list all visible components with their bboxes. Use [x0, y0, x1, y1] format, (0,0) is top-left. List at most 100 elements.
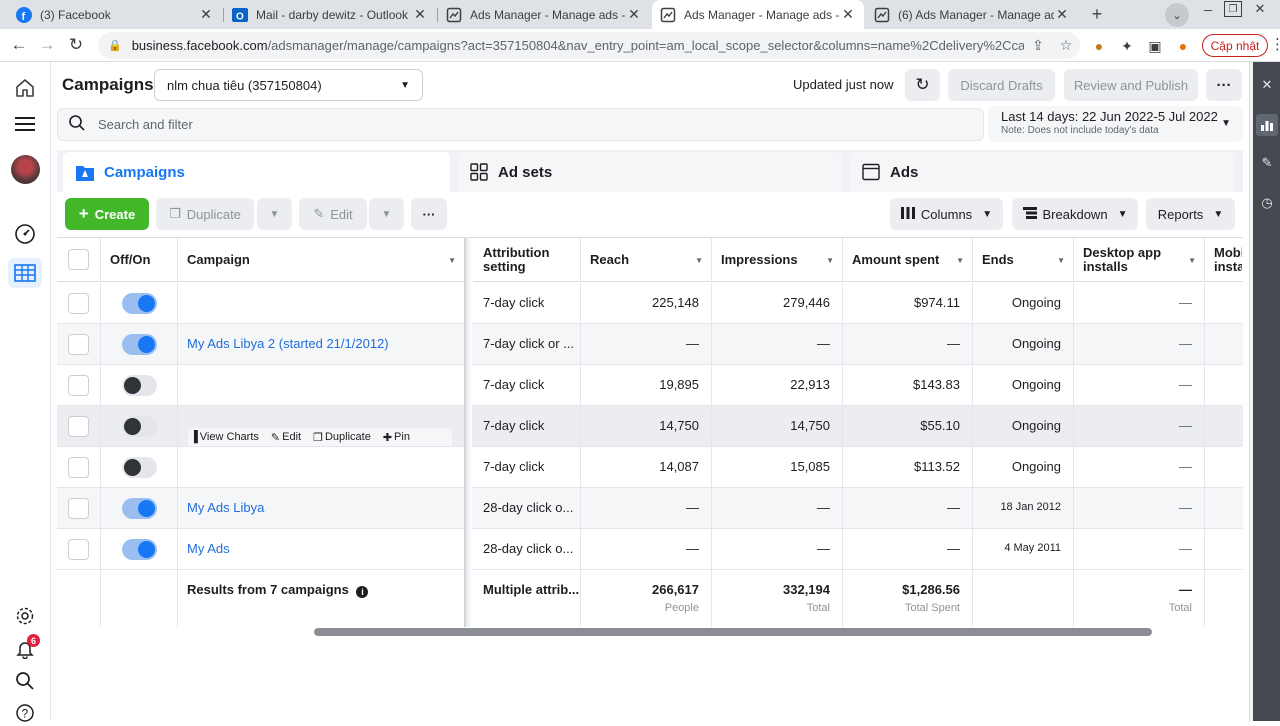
edit-action[interactable]: ✎ Edit: [271, 431, 301, 444]
more-options-button[interactable]: ···: [1206, 69, 1242, 101]
browser-tab-facebook[interactable]: f (3) Facebook ✕: [8, 0, 222, 29]
browser-tab-ads-manager-active[interactable]: Ads Manager - Manage ads - Ca ✕: [652, 0, 864, 29]
avatar[interactable]: [11, 155, 40, 184]
bookmark-star-icon[interactable]: ☆: [1052, 37, 1080, 54]
date-range-picker[interactable]: Last 14 days: 22 Jun 2022-5 Jul 2022 Not…: [988, 106, 1243, 142]
row-checkbox[interactable]: [68, 539, 89, 560]
campaign-name-cell[interactable]: My Ads Libya: [178, 488, 465, 529]
select-all-checkbox[interactable]: [68, 249, 89, 270]
close-panel-icon[interactable]: ✕: [1256, 74, 1278, 96]
campaign-toggle[interactable]: [122, 457, 157, 478]
column-header-campaign[interactable]: Campaign ▼: [178, 238, 465, 282]
reports-button[interactable]: Reports ▼: [1146, 198, 1235, 230]
campaign-name-cell[interactable]: [178, 447, 465, 488]
browser-menu-icon[interactable]: ⋮: [1270, 35, 1280, 53]
column-header-impressions[interactable]: Impressions ▼: [712, 238, 843, 282]
campaign-toggle[interactable]: [122, 539, 157, 560]
update-button[interactable]: Cập nhật: [1202, 34, 1268, 57]
tab-adsets[interactable]: Ad sets: [457, 152, 842, 192]
row-checkbox[interactable]: [68, 498, 89, 519]
campaign-toggle[interactable]: [122, 293, 157, 314]
column-header-mobile-installs[interactable]: Mobi insta: [1205, 238, 1243, 282]
home-icon[interactable]: [12, 75, 38, 101]
campaign-name-cell[interactable]: [178, 283, 465, 324]
minimize-icon[interactable]: –: [1199, 1, 1217, 17]
account-selector[interactable]: nlm chua tiêu (357150804) ▼: [154, 69, 423, 101]
tab-ads[interactable]: Ads: [849, 152, 1235, 192]
close-icon[interactable]: ✕: [412, 6, 428, 23]
campaign-toggle[interactable]: [122, 334, 157, 355]
chart-panel-icon[interactable]: [1256, 114, 1278, 136]
tab-campaigns[interactable]: Campaigns: [63, 152, 450, 193]
campaign-name[interactable]: My Ads Libya 2 (started 21/1/2012): [187, 336, 389, 351]
row-checkbox[interactable]: [68, 293, 89, 314]
more-actions-button[interactable]: ···: [411, 198, 447, 230]
table-row[interactable]: 7-day click 19,895 22,913 $143.83 Ongoing —: [57, 365, 1243, 406]
edit-pencil-icon[interactable]: ✎: [1256, 152, 1278, 174]
breakdown-button[interactable]: Breakdown ▼: [1012, 198, 1138, 230]
column-header-reach[interactable]: Reach ▼: [581, 238, 712, 282]
tab-search-button[interactable]: ⌄: [1165, 3, 1189, 27]
campaign-name[interactable]: My Ads Libya: [187, 500, 264, 515]
help-icon[interactable]: ?: [12, 700, 38, 726]
duplicate-button[interactable]: ❐ Duplicate: [156, 198, 254, 230]
info-icon[interactable]: i: [356, 586, 369, 598]
address-bar[interactable]: 🔒 business.facebook.com/adsmanager/manag…: [98, 32, 1080, 59]
column-header-desktop-installs[interactable]: Desktop app installs ▼: [1074, 238, 1205, 282]
table-row[interactable]: 7-day click 14,087 15,085 $113.52 Ongoing —: [57, 447, 1243, 488]
search-input[interactable]: [98, 117, 898, 132]
campaign-toggle[interactable]: [122, 498, 157, 519]
dashboard-gauge-icon[interactable]: [12, 221, 38, 247]
row-checkbox[interactable]: [68, 375, 89, 396]
campaigns-table-icon[interactable]: [8, 258, 42, 288]
duplicate-dropdown-button[interactable]: ▼: [257, 198, 292, 230]
row-checkbox[interactable]: [68, 416, 89, 437]
browser-tab-outlook[interactable]: O Mail - darby dewitz - Outlook ✕: [224, 0, 436, 29]
table-row[interactable]: 7-day click 225,148 279,446 $974.11 Ongoing —: [57, 283, 1243, 324]
sidebar-icon[interactable]: ▣: [1145, 36, 1165, 56]
campaign-name-cell[interactable]: My Ads: [178, 529, 465, 570]
close-icon[interactable]: ✕: [198, 6, 214, 23]
column-header-amount-spent[interactable]: Amount spent ▼: [843, 238, 973, 282]
frozen-column-divider[interactable]: [464, 238, 472, 627]
browser-tab-ads-manager-1[interactable]: Ads Manager - Manage ads - Ca ✕: [438, 0, 650, 29]
column-header-offon[interactable]: Off/On: [101, 238, 178, 282]
create-button[interactable]: + Create: [65, 198, 149, 230]
campaign-name[interactable]: My Ads: [187, 541, 230, 556]
campaign-name-cell[interactable]: My Ads Libya 2 (started 21/1/2012): [178, 324, 465, 365]
refresh-button[interactable]: ↻: [905, 69, 940, 101]
puzzle-extensions-icon[interactable]: ✦: [1117, 36, 1137, 56]
edit-button[interactable]: ✎ Edit: [299, 198, 367, 230]
new-tab-button[interactable]: +: [1086, 3, 1108, 25]
close-icon[interactable]: ✕: [1054, 6, 1070, 23]
campaign-name-cell[interactable]: [178, 365, 465, 406]
row-checkbox[interactable]: [68, 334, 89, 355]
row-checkbox[interactable]: [68, 457, 89, 478]
table-row[interactable]: My Ads Libya 28-day click o... — — —18 Jan 2…: [57, 488, 1243, 529]
duplicate-action[interactable]: ❐ Duplicate: [313, 431, 371, 444]
campaign-toggle[interactable]: [122, 375, 157, 396]
table-row[interactable]: My Ads 28-day click o... — — —4 May 2011—: [57, 529, 1243, 570]
menu-icon[interactable]: [12, 111, 38, 137]
column-header-ends[interactable]: Ends ▼: [973, 238, 1074, 282]
review-publish-button[interactable]: Review and Publish: [1064, 69, 1198, 101]
cookie-extension-icon[interactable]: ●: [1089, 36, 1109, 56]
horizontal-scrollbar[interactable]: [314, 628, 1152, 636]
search-icon[interactable]: [12, 668, 38, 694]
edit-dropdown-button[interactable]: ▼: [369, 198, 404, 230]
search-filter-bar[interactable]: [57, 108, 984, 141]
discard-drafts-button[interactable]: Discard Drafts: [948, 69, 1055, 101]
columns-button[interactable]: Columns ▼: [890, 198, 1003, 230]
settings-gear-icon[interactable]: [12, 603, 38, 629]
profile-icon[interactable]: ●: [1173, 36, 1193, 56]
view-charts-action[interactable]: ▐ View Charts: [190, 431, 259, 443]
browser-tab-ads-manager-3[interactable]: (6) Ads Manager - Manage ads - ✕: [866, 0, 1078, 29]
table-row[interactable]: My Ads Libya 2 (started 21/1/2012) 7-day …: [57, 324, 1243, 365]
campaign-toggle[interactable]: [122, 416, 157, 437]
share-icon[interactable]: ⇪: [1024, 37, 1052, 54]
column-header-attribution[interactable]: Attribution setting: [473, 238, 581, 282]
close-icon[interactable]: ✕: [840, 6, 856, 23]
pin-action[interactable]: ✚ Pin: [383, 431, 410, 444]
close-window-icon[interactable]: ✕: [1251, 1, 1269, 17]
forward-icon[interactable]: →: [36, 34, 58, 56]
